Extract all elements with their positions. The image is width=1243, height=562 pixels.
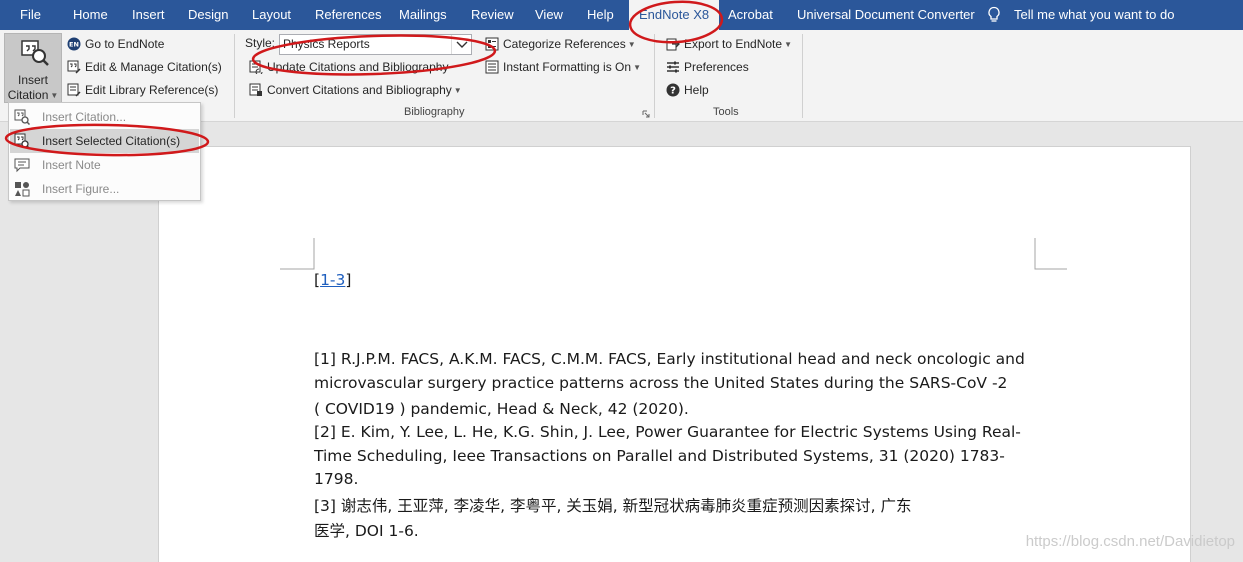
citation-link[interactable]: 1-3 (320, 271, 345, 289)
tab-mailings[interactable]: Mailings (399, 0, 447, 30)
convert-citations-label: Convert Citations and Bibliography (267, 83, 452, 97)
ribbon-tab-bar: File Home Insert Design Layout Reference… (0, 0, 1243, 30)
export-label: Export to EndNote (684, 37, 783, 51)
chevron-down-icon: ▼ (627, 40, 636, 49)
menu-item-insert-figure[interactable]: Insert Figure... (10, 177, 199, 201)
menu-item-label: Insert Figure... (42, 182, 120, 196)
chevron-down-icon: ▼ (633, 63, 641, 72)
bibliography-line: 医学, DOI 1-6. (314, 522, 419, 540)
menu-item-insert-citation[interactable]: Insert Citation... (10, 105, 199, 129)
lightbulb-icon (988, 6, 1000, 22)
bibliography-line: [1] R.J.P.M. FACS, A.K.M. FACS, C.M.M. F… (314, 350, 1025, 368)
edit-manage-label: Edit & Manage Citation(s) (85, 60, 222, 74)
style-dropdown-button[interactable] (451, 35, 471, 54)
menu-item-label: Insert Selected Citation(s) (42, 134, 181, 148)
insert-citation-icon (14, 109, 30, 125)
edit-library-reference-button[interactable]: Edit Library Reference(s) (67, 80, 218, 100)
tab-review[interactable]: Review (471, 0, 514, 30)
categorize-icon (485, 37, 499, 51)
tab-layout[interactable]: Layout (252, 0, 291, 30)
edit-reference-icon (67, 83, 81, 97)
update-citations-button[interactable]: Update Citations and Bibliography (249, 57, 448, 77)
dialog-launcher-icon[interactable] (642, 110, 650, 118)
categorize-label: Categorize References (503, 37, 626, 51)
menu-item-insert-selected-citations[interactable]: Insert Selected Citation(s) (10, 129, 199, 153)
help-button[interactable]: ? Help (666, 80, 709, 100)
help-label: Help (684, 83, 709, 97)
tab-help[interactable]: Help (587, 0, 614, 30)
convert-citations-button[interactable]: Convert Citations and Bibliography ▼ (249, 80, 462, 100)
tell-me-search[interactable]: Tell me what you want to do (1014, 0, 1174, 30)
bibliography-line: microvascular surgery practice patterns … (314, 374, 1008, 392)
watermark: https://blog.csdn.net/Davidietop (1025, 533, 1235, 550)
margin-corner-mark-left (280, 238, 315, 270)
tab-endnote[interactable]: EndNote X8 (629, 0, 720, 30)
go-to-endnote-button[interactable]: EN Go to EndNote (67, 34, 164, 54)
tab-acrobat[interactable]: Acrobat (728, 0, 773, 30)
categorize-references-button[interactable]: Categorize References ▼ (485, 34, 636, 54)
export-icon (666, 38, 680, 51)
tab-view[interactable]: View (535, 0, 563, 30)
instant-formatting-label: Instant Formatting is On (503, 60, 632, 74)
svg-text:EN: EN (69, 41, 79, 49)
update-citations-icon (249, 60, 263, 74)
insert-citation-button[interactable]: Insert Citation ▼ (4, 33, 62, 103)
note-icon (14, 158, 30, 173)
svg-text:?: ? (670, 86, 676, 97)
group-label-bibliography: Bibliography (404, 106, 465, 118)
preferences-label: Preferences (684, 60, 749, 74)
figure-icon (15, 182, 30, 197)
instant-formatting-button[interactable]: Instant Formatting is On ▼ (485, 57, 641, 77)
in-text-citation: [1-3] (314, 271, 352, 289)
edit-library-label: Edit Library Reference(s) (85, 83, 219, 97)
style-select[interactable]: Physics Reports (279, 34, 472, 55)
menu-item-insert-note[interactable]: Insert Note (10, 153, 199, 177)
chevron-down-icon (456, 41, 468, 48)
insert-citation-label-2: Citation (7, 88, 49, 102)
bibliography-line: 1798. (314, 470, 359, 488)
export-to-endnote-button[interactable]: Export to EndNote ▼ (666, 34, 792, 54)
bibliography-line: [3] 谢志伟, 王亚萍, 李凌华, 李粤平, 关玉娟, 新型冠状病毒肺炎重症预… (314, 497, 912, 515)
menu-item-label: Insert Note (42, 158, 101, 172)
chevron-down-icon: ▼ (453, 86, 462, 95)
bibliography-line: [2] E. Kim, Y. Lee, L. He, K.G. Shin, J.… (314, 423, 1021, 441)
insert-citation-label-1: Insert (17, 73, 48, 87)
preferences-button[interactable]: Preferences (666, 57, 749, 77)
convert-citations-icon (249, 83, 262, 96)
tab-references[interactable]: References (315, 0, 381, 30)
insert-citation-icon (21, 40, 49, 66)
insert-selected-citation-icon (14, 133, 30, 149)
endnote-logo-icon: EN (67, 37, 81, 51)
update-citations-label: Update Citations and Bibliography (267, 60, 449, 74)
menu-item-label: Insert Citation... (42, 110, 127, 124)
bibliography-line: Time Scheduling, Ieee Transactions on Pa… (314, 447, 1005, 465)
style-select-value: Physics Reports (283, 37, 370, 51)
style-label: Style: (245, 36, 276, 50)
edit-citation-icon (67, 60, 81, 74)
group-divider (234, 34, 235, 118)
tab-insert[interactable]: Insert (132, 0, 165, 30)
go-to-endnote-label: Go to EndNote (85, 37, 165, 51)
group-label-tools: Tools (713, 106, 739, 118)
tab-file[interactable]: File (20, 0, 41, 30)
preferences-icon (667, 61, 679, 73)
group-divider (802, 34, 803, 118)
chevron-down-icon: ▼ (50, 91, 59, 100)
edit-manage-citations-button[interactable]: Edit & Manage Citation(s) (67, 57, 222, 77)
tab-universal-document-converter[interactable]: Universal Document Converter (797, 0, 975, 30)
bibliography-line: ( COVID19 ) pandemic, Head & Neck, 42 (2… (314, 400, 689, 418)
tab-home[interactable]: Home (73, 0, 108, 30)
margin-corner-mark-right (1034, 238, 1067, 270)
chevron-down-icon: ▼ (784, 40, 792, 49)
group-divider (654, 34, 655, 118)
insert-citation-menu: Insert Citation... Insert Selected Citat… (8, 102, 201, 201)
instant-formatting-icon (485, 60, 499, 74)
tab-design[interactable]: Design (188, 0, 228, 30)
help-icon: ? (666, 83, 680, 97)
